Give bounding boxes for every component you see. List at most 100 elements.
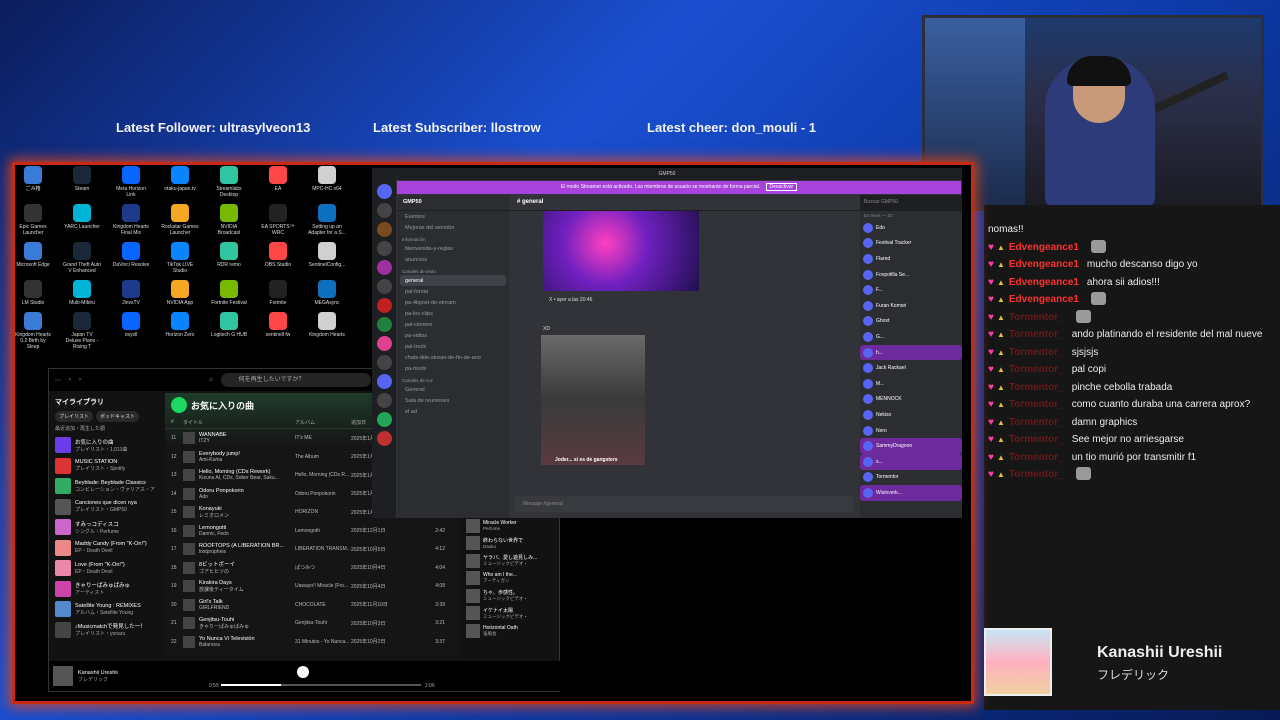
desktop-icon[interactable]: Kingdom Hearts bbox=[308, 312, 346, 350]
voice-channel-item[interactable]: General bbox=[397, 384, 509, 395]
server-icon[interactable] bbox=[376, 298, 392, 313]
now-playing-artist[interactable]: フレデリック bbox=[78, 676, 118, 683]
library-item[interactable]: お気に入りの曲 プレイリスト・1,013曲 bbox=[51, 435, 161, 456]
member-item[interactable]: MENNOCK bbox=[860, 392, 962, 408]
member-item[interactable]: Jack Rackael bbox=[860, 360, 962, 376]
track-album[interactable]: 31 Minutos - Yo Nunca... bbox=[295, 639, 351, 645]
desktop-icon[interactable]: EA bbox=[259, 166, 297, 198]
track-album[interactable]: LIBERATION TRANSM... bbox=[295, 546, 351, 552]
embed-image[interactable] bbox=[543, 211, 699, 291]
forward-icon[interactable]: › bbox=[79, 377, 81, 383]
member-item[interactable]: Foxpotilla Se... bbox=[860, 267, 962, 283]
member-item[interactable]: Furan Komori bbox=[860, 298, 962, 314]
track-album[interactable]: The Album bbox=[295, 454, 351, 460]
track-album[interactable]: IT'z ME bbox=[295, 435, 351, 441]
track-album[interactable]: Odoru Ponpokorin bbox=[295, 491, 351, 497]
desktop-icon[interactable]: Multi-Mibiru bbox=[63, 280, 101, 306]
desktop-icon[interactable]: Rockstar Games Launcher bbox=[161, 204, 199, 236]
desktop-icon[interactable]: RDR remo bbox=[210, 242, 248, 274]
desktop-icon[interactable]: osysll bbox=[112, 312, 150, 350]
queue-item[interactable]: Who am I the... アーティガン bbox=[463, 570, 559, 588]
track-artist[interactable]: レミオロメン bbox=[199, 512, 295, 519]
channel-item[interactable]: anuncios bbox=[397, 254, 509, 265]
now-playing-title[interactable]: Kanashii Ureshii bbox=[78, 670, 118, 676]
member-item[interactable]: h... bbox=[860, 344, 962, 361]
spotify-search-input[interactable]: 何を再生したいですか？ bbox=[220, 373, 371, 387]
track-album[interactable]: Uawayo!! Miracle (Fro... bbox=[295, 583, 351, 589]
channel-item[interactable]: bienvenida-y-reglas bbox=[397, 243, 509, 254]
desktop-icon[interactable]: sentinell fw bbox=[259, 312, 297, 350]
desktop-icon[interactable]: SentinelConfig... bbox=[308, 242, 346, 274]
chip-podcasts[interactable]: ポッドキャスト bbox=[96, 411, 140, 422]
desktop-icon[interactable]: Grand Theft Auto V Enhanced bbox=[63, 242, 101, 274]
table-row[interactable]: 21 Genjitsu-Touhi きゃりーぱみゅぱみゅ Genjitsu-Touhi… bbox=[165, 614, 459, 633]
track-artist[interactable]: ゴアヒヒツの bbox=[199, 568, 295, 575]
server-icon[interactable] bbox=[376, 260, 392, 275]
track-album[interactable]: CHOCOLATE bbox=[295, 602, 351, 608]
track-artist[interactable]: Kizuna AI, CDs, Sober Bear, Saku... bbox=[199, 475, 295, 481]
member-item[interactable]: Festival Tracker bbox=[860, 236, 962, 252]
queue-item[interactable]: イケナイ太陽 ミュージックビデオ・ bbox=[463, 605, 559, 623]
desktop-icon[interactable]: otaku-japan.tv bbox=[161, 166, 199, 198]
library-item[interactable]: Maddy Candy (From "K-On!") EP・Death Devil bbox=[51, 538, 161, 559]
desktop-icon[interactable]: Kingdom Hearts Final Mix bbox=[112, 204, 150, 236]
channel-item[interactable]: general bbox=[400, 275, 506, 286]
track-artist[interactable]: GIRLFRIEND bbox=[199, 605, 295, 611]
desktop-icon[interactable]: LM Studio bbox=[14, 280, 52, 306]
queue-item[interactable]: Horizontal Oath 強風会 bbox=[463, 622, 559, 640]
library-item[interactable]: Love (From "K-On!") EP・Death Devil bbox=[51, 558, 161, 579]
queue-item[interactable]: ヤラバ、愛し遊見しみ... ミュージックビデオ・ bbox=[463, 552, 559, 570]
channel-item[interactable]: pa-mods bbox=[397, 363, 509, 374]
desktop-icon[interactable]: Fortnite bbox=[259, 280, 297, 306]
member-item[interactable]: Flared bbox=[860, 251, 962, 267]
channel-item[interactable]: pa-vidios bbox=[397, 330, 509, 341]
track-artist[interactable]: lostpropheis bbox=[199, 549, 295, 555]
track-album[interactable]: Genjitsu-Touhi bbox=[295, 620, 351, 626]
message-input[interactable]: Mensaje #general bbox=[515, 496, 853, 512]
home-icon[interactable]: ⌂ bbox=[209, 377, 213, 383]
desktop-icon[interactable]: MEGAsync bbox=[308, 280, 346, 306]
member-item[interactable]: Nekiso bbox=[860, 407, 962, 423]
member-item[interactable]: Ghost bbox=[860, 314, 962, 330]
desktop-icon[interactable]: Microsoft Edge bbox=[14, 242, 52, 274]
progress-bar[interactable] bbox=[221, 684, 421, 686]
desktop-icon[interactable]: Streamlabs Desktop bbox=[210, 166, 248, 198]
desktop-icon[interactable]: Logitech G HUB bbox=[210, 312, 248, 350]
server-icon[interactable] bbox=[376, 393, 392, 408]
server-icon[interactable] bbox=[376, 279, 392, 294]
back-icon[interactable]: ‹ bbox=[69, 377, 71, 383]
member-search[interactable]: Buscar GMP50 bbox=[860, 195, 962, 211]
track-artist[interactable]: Dannic, Fedo bbox=[199, 531, 295, 537]
channel-events[interactable]: Eventos bbox=[397, 211, 509, 222]
desktop-icon[interactable]: EA SPORTS™ WRC bbox=[259, 204, 297, 236]
member-item[interactable]: Nero bbox=[860, 423, 962, 439]
library-item[interactable]: Satellite Young : REMIXES アルバム・Satellite … bbox=[51, 599, 161, 620]
server-icon[interactable] bbox=[376, 203, 392, 218]
menu-icon[interactable]: ⋯ bbox=[55, 377, 61, 384]
desktop-icon[interactable]: Fortnite Festival bbox=[210, 280, 248, 306]
member-item[interactable]: M... bbox=[860, 376, 962, 392]
table-row[interactable]: 18 8ビットボーイ ゴアヒヒツの ぱつみつ 2025年10月4日 4:04 bbox=[165, 559, 459, 578]
library-item[interactable]: ♪Musicmatchで発見した一！ プレイリスト・yonaru bbox=[51, 620, 161, 641]
channel-item[interactable]: pal-clonero bbox=[397, 319, 509, 330]
track-album[interactable]: HORIZON bbox=[295, 509, 351, 515]
track-artist[interactable]: Balancea bbox=[199, 642, 295, 648]
voice-channel-item[interactable]: Sala de reuniones bbox=[397, 395, 509, 406]
member-item[interactable]: F... bbox=[860, 282, 962, 298]
server-icon[interactable] bbox=[376, 431, 392, 446]
desktop-icon[interactable]: Meta Horizon Link bbox=[112, 166, 150, 198]
member-item[interactable]: s... bbox=[860, 453, 962, 470]
category-info[interactable]: Información bbox=[397, 233, 509, 243]
server-icon[interactable] bbox=[376, 222, 392, 237]
table-row[interactable]: 17 ROOFTOPS (A LIBERATION BR... lostprophe… bbox=[165, 540, 459, 559]
server-icon[interactable] bbox=[376, 336, 392, 351]
channel-item[interactable]: pa-los-clips bbox=[397, 308, 509, 319]
category-voice[interactable]: Canales de voz bbox=[397, 374, 509, 384]
track-album[interactable]: Hello, Morning (CDs R... bbox=[295, 472, 351, 478]
member-item[interactable]: Edo bbox=[860, 220, 962, 236]
queue-item[interactable]: Miracle Worker Perfume bbox=[463, 517, 559, 535]
desktop-icon[interactable]: Epic Games Launcher bbox=[14, 204, 52, 236]
category-text[interactable]: Canales de texto bbox=[397, 265, 509, 275]
pause-button[interactable] bbox=[297, 666, 309, 678]
desktop-icon[interactable]: TikTok LIVE Studio bbox=[161, 242, 199, 274]
